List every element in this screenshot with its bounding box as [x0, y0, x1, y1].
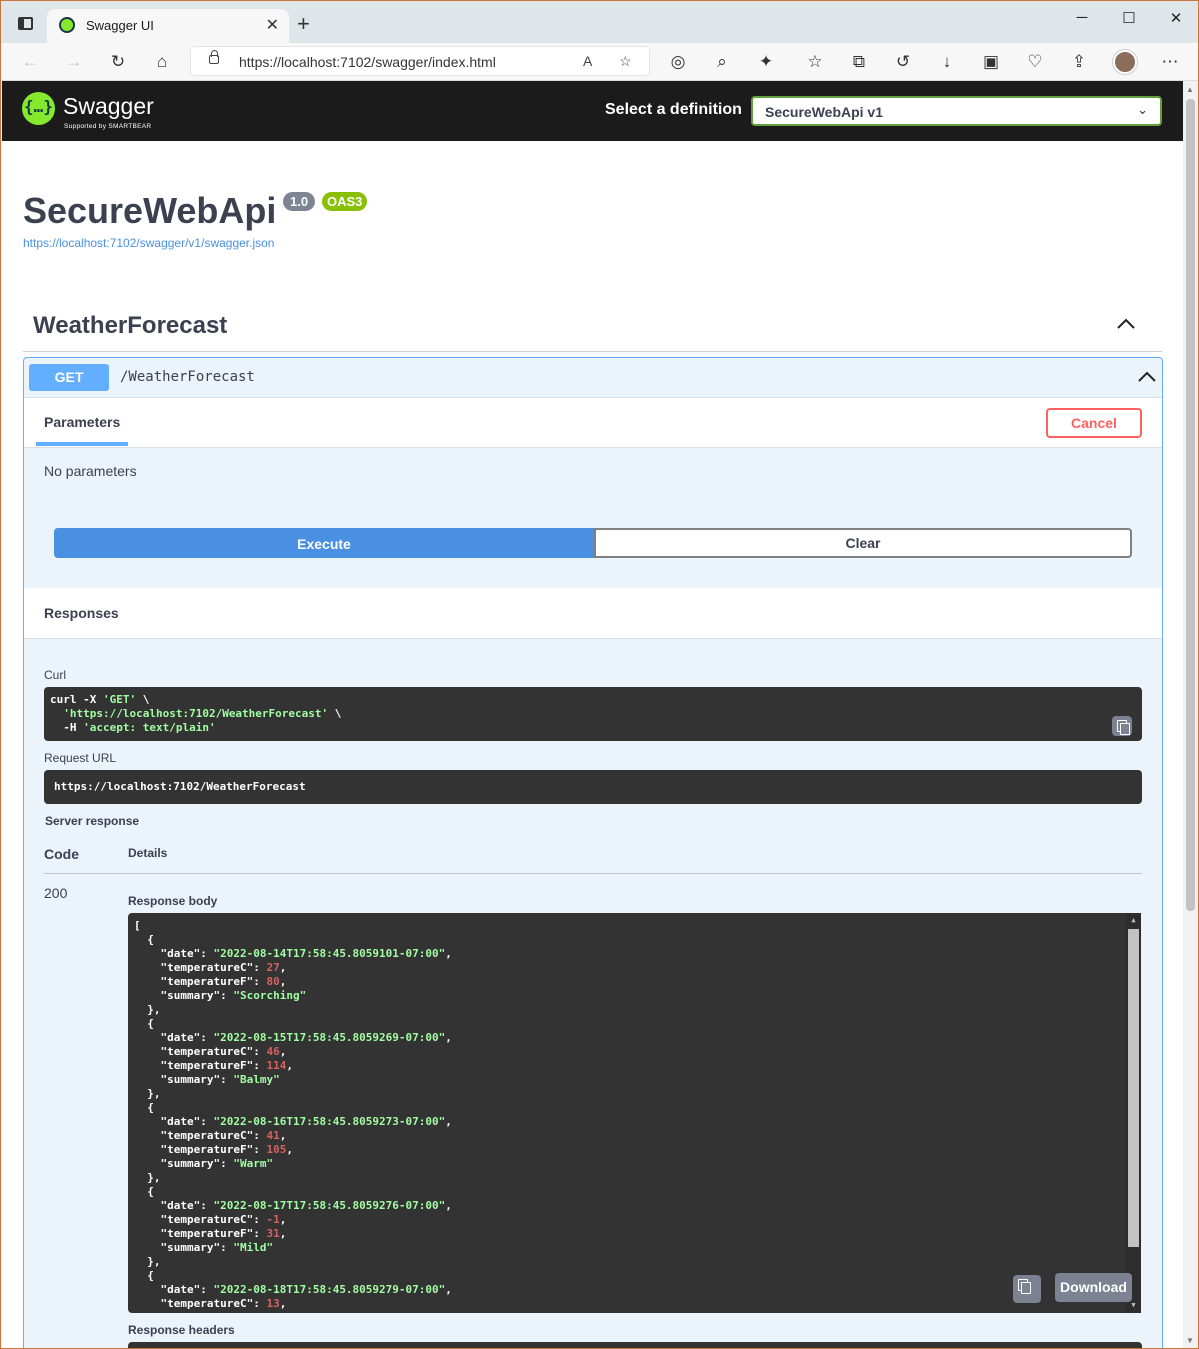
scroll-down-icon[interactable]: ▼	[1186, 1336, 1194, 1345]
response-body-scrollbar[interactable]: ▲ ▼	[1126, 913, 1141, 1313]
browser-essentials-icon[interactable]: ♡	[1024, 51, 1046, 73]
responses-header: Responses	[24, 588, 1162, 639]
home-icon[interactable]: ⌂	[151, 51, 173, 73]
request-url-label: Request URL	[44, 751, 117, 765]
definition-select[interactable]: SecureWebApi v1 ⌄	[751, 96, 1162, 126]
response-headers-label: Response headers	[128, 1323, 235, 1337]
profile-avatar[interactable]	[1113, 50, 1137, 74]
title-bar: Swagger UI ✕ + ─ ☐ ✕	[1, 1, 1198, 43]
collections-icon[interactable]: ⧉	[848, 51, 870, 73]
collapse-operation-icon[interactable]	[1136, 366, 1158, 388]
swagger-topbar: {…} Swagger Supported by SMARTBEAR Selec…	[2, 81, 1183, 141]
clear-button[interactable]: Clear	[594, 528, 1132, 558]
tracking-icon[interactable]: ◎	[667, 51, 689, 73]
parameters-header: Parameters Cancel	[24, 397, 1162, 448]
scroll-up-icon[interactable]: ▲	[1128, 916, 1139, 924]
spec-url-link[interactable]: https://localhost:7102/swagger/v1/swagge…	[23, 236, 274, 250]
response-status-code: 200	[44, 885, 68, 901]
swagger-content: SecureWebApi 1.0 OAS3 https://localhost:…	[2, 141, 1183, 1348]
method-badge[interactable]: GET	[29, 364, 109, 391]
response-headers-block[interactable]	[128, 1342, 1142, 1348]
share-icon[interactable]: ⇪	[1068, 51, 1090, 73]
browser-tab[interactable]: Swagger UI ✕	[47, 9, 289, 43]
tab-title: Swagger UI	[86, 18, 154, 33]
close-window-button[interactable]: ✕	[1153, 9, 1198, 35]
page-scrollbar[interactable]: ▲ ▼	[1183, 81, 1198, 1348]
swagger-logo-subtext: Supported by SMARTBEAR	[64, 123, 152, 130]
tag-title[interactable]: WeatherForecast	[33, 312, 227, 340]
scroll-down-icon[interactable]: ▼	[1128, 1301, 1139, 1309]
request-url-text: https://localhost:7102/WeatherForecast	[54, 780, 306, 793]
responses-title: Responses	[44, 605, 119, 621]
tab-parameters[interactable]: Parameters	[44, 414, 120, 430]
scrollbar-thumb[interactable]	[1128, 929, 1139, 1247]
back-icon[interactable]: ←	[19, 51, 41, 73]
address-bar[interactable]: https://localhost:7102/swagger/index.htm…	[190, 46, 650, 76]
lock-icon[interactable]	[209, 50, 219, 64]
tab-active-indicator	[36, 442, 128, 446]
request-url-block[interactable]: https://localhost:7102/WeatherForecast	[44, 770, 1142, 804]
favorites-icon[interactable]: ☆	[804, 51, 826, 73]
read-aloud-icon[interactable]: A	[583, 53, 592, 69]
version-badge: 1.0	[283, 192, 316, 211]
web-capture-icon[interactable]: ▣	[980, 51, 1002, 73]
execute-button[interactable]: Execute	[54, 528, 594, 558]
server-response-label: Server response	[45, 814, 140, 828]
response-body-label: Response body	[128, 894, 218, 908]
history-icon[interactable]: ↺	[892, 51, 914, 73]
maximize-button[interactable]: ☐	[1106, 9, 1152, 35]
response-body-block[interactable]: [ { "date": "2022-08-14T17:58:45.8059101…	[128, 913, 1141, 1313]
download-button[interactable]: Download	[1055, 1273, 1132, 1302]
browser-window: Swagger UI ✕ + ─ ☐ ✕ ← → ↻ ⌂ https://loc…	[0, 0, 1199, 1349]
operation-block: GET /WeatherForecast Parameters Cancel N…	[23, 357, 1163, 1348]
new-tab-button[interactable]: +	[297, 11, 310, 37]
swagger-logo-icon[interactable]: {…}	[22, 92, 55, 125]
collapse-tag-icon[interactable]	[1115, 313, 1137, 335]
operation-path[interactable]: /WeatherForecast	[120, 369, 255, 385]
refresh-icon[interactable]: ↻	[107, 51, 129, 73]
minimize-button[interactable]: ─	[1059, 9, 1105, 35]
tab-close-icon[interactable]: ✕	[266, 15, 279, 35]
curl-label: Curl	[44, 668, 67, 682]
navigation-bar: ← → ↻ ⌂ https://localhost:7102/swagger/i…	[1, 43, 1198, 81]
definition-label: Select a definition	[605, 101, 742, 118]
curl-code-block[interactable]: curl -X 'GET' \ 'https://localhost:7102/…	[44, 687, 1142, 741]
oas-badge: OAS3	[322, 192, 368, 211]
swagger-logo-text[interactable]: Swagger	[63, 93, 154, 120]
swagger-favicon-icon	[59, 17, 75, 33]
response-table-divider	[44, 873, 1142, 874]
response-body-text: [ { "date": "2022-08-14T17:58:45.8059101…	[134, 919, 452, 1310]
search-icon[interactable]: ⌕	[711, 51, 733, 73]
api-title: SecureWebApi	[23, 190, 277, 231]
url-text[interactable]: https://localhost:7102/swagger/index.htm…	[239, 54, 496, 70]
downloads-icon[interactable]: ↓	[936, 51, 958, 73]
forward-icon[interactable]: →	[63, 51, 85, 73]
tag-divider	[23, 351, 1162, 352]
scrollbar-thumb[interactable]	[1186, 99, 1195, 911]
copy-response-icon[interactable]	[1013, 1275, 1041, 1303]
cancel-button[interactable]: Cancel	[1046, 408, 1142, 438]
no-parameters-text: No parameters	[44, 463, 137, 479]
add-favorite-icon[interactable]: ☆	[619, 53, 632, 70]
details-column-header: Details	[128, 846, 168, 860]
extensions-icon[interactable]: ✦	[755, 51, 777, 73]
curl-text: curl -X 'GET' \ 'https://localhost:7102/…	[50, 693, 342, 734]
code-column-header: Code	[44, 846, 79, 862]
tab-actions-icon[interactable]	[18, 17, 33, 30]
copy-curl-icon[interactable]	[1112, 716, 1132, 736]
more-menu-icon[interactable]: ⋯	[1159, 51, 1181, 73]
definition-value: SecureWebApi v1	[765, 104, 884, 120]
scroll-up-icon[interactable]: ▲	[1186, 85, 1194, 94]
chevron-down-icon: ⌄	[1137, 102, 1148, 117]
